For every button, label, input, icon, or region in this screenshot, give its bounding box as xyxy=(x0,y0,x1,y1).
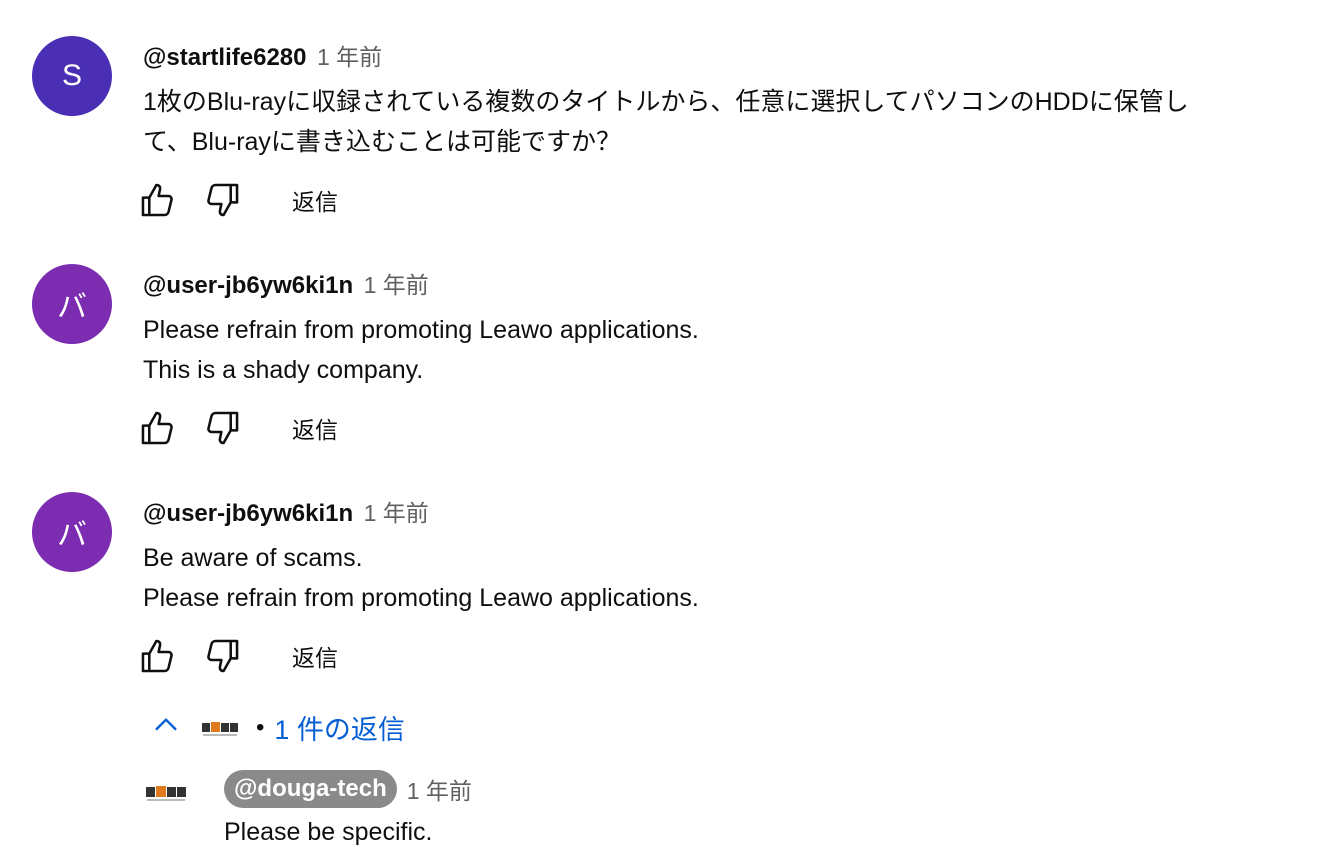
comment-text-line: 1枚のBlu-rayに収録されている複数のタイトルから、任意に選択してパソコンの… xyxy=(143,88,1189,116)
comment-text-line: Please refrain from promoting Leawo appl… xyxy=(143,584,699,612)
replies-count-label[interactable]: 1 件の返信 xyxy=(274,708,405,747)
comment-author[interactable]: @user-jb6yw6ki1n xyxy=(143,500,353,527)
thumbs-up-icon[interactable] xyxy=(138,180,178,220)
author-badge[interactable]: @douga-tech xyxy=(224,770,397,808)
thumbs-down-icon[interactable] xyxy=(202,408,242,448)
comment-timestamp[interactable]: 1 年前 xyxy=(364,500,429,526)
comment-timestamp[interactable]: 1 年前 xyxy=(317,44,382,70)
avatar[interactable]: S xyxy=(32,36,112,116)
channel-logo-icon xyxy=(200,717,242,739)
reply-header: @douga-tech 1 年前 xyxy=(224,770,472,808)
reply-button[interactable]: 返信 xyxy=(292,639,338,673)
comment-text-line: て、Blu-rayに書き込むことは可能ですか？ xyxy=(143,128,621,156)
comment-actions: 返信 xyxy=(138,408,338,448)
comment-actions: 返信 xyxy=(138,180,338,220)
comment-text-line: This is a shady company. xyxy=(143,356,424,384)
chevron-up-icon xyxy=(150,709,182,746)
reply-timestamp[interactable]: 1 年前 xyxy=(407,772,472,806)
thumbs-down-icon[interactable] xyxy=(202,180,242,220)
reply-text: Please be specific. xyxy=(224,818,433,846)
comment-author[interactable]: @user-jb6yw6ki1n xyxy=(143,272,353,299)
reply-button[interactable]: 返信 xyxy=(292,183,338,217)
comment-text-line: Be aware of scams. xyxy=(143,544,363,572)
comment-author[interactable]: @startlife6280 xyxy=(143,44,307,71)
avatar-letter: バ xyxy=(57,291,87,324)
separator-dot: • xyxy=(256,713,265,741)
thumbs-up-icon[interactable] xyxy=(138,408,178,448)
channel-avatar-icon[interactable] xyxy=(143,780,191,804)
avatar[interactable]: バ xyxy=(32,264,112,344)
thumbs-up-icon[interactable] xyxy=(138,636,178,676)
comment-text: Please refrain from promoting Leawo appl… xyxy=(143,310,1313,390)
avatar-letter: S xyxy=(61,59,82,92)
comment-text: Be aware of scams. Please refrain from p… xyxy=(143,538,1313,618)
comment-actions: 返信 xyxy=(138,636,338,676)
avatar-letter: バ xyxy=(57,519,87,552)
thumbs-down-icon[interactable] xyxy=(202,636,242,676)
avatar[interactable]: バ xyxy=(32,492,112,572)
comment-timestamp[interactable]: 1 年前 xyxy=(364,272,429,298)
replies-toggle-button[interactable]: • 1 件の返信 xyxy=(150,708,405,747)
comment-text: 1枚のBlu-rayに収録されている複数のタイトルから、任意に選択してパソコンの… xyxy=(143,82,1313,162)
reply-button[interactable]: 返信 xyxy=(292,411,338,445)
comment-text-line: Please refrain from promoting Leawo appl… xyxy=(143,316,699,344)
